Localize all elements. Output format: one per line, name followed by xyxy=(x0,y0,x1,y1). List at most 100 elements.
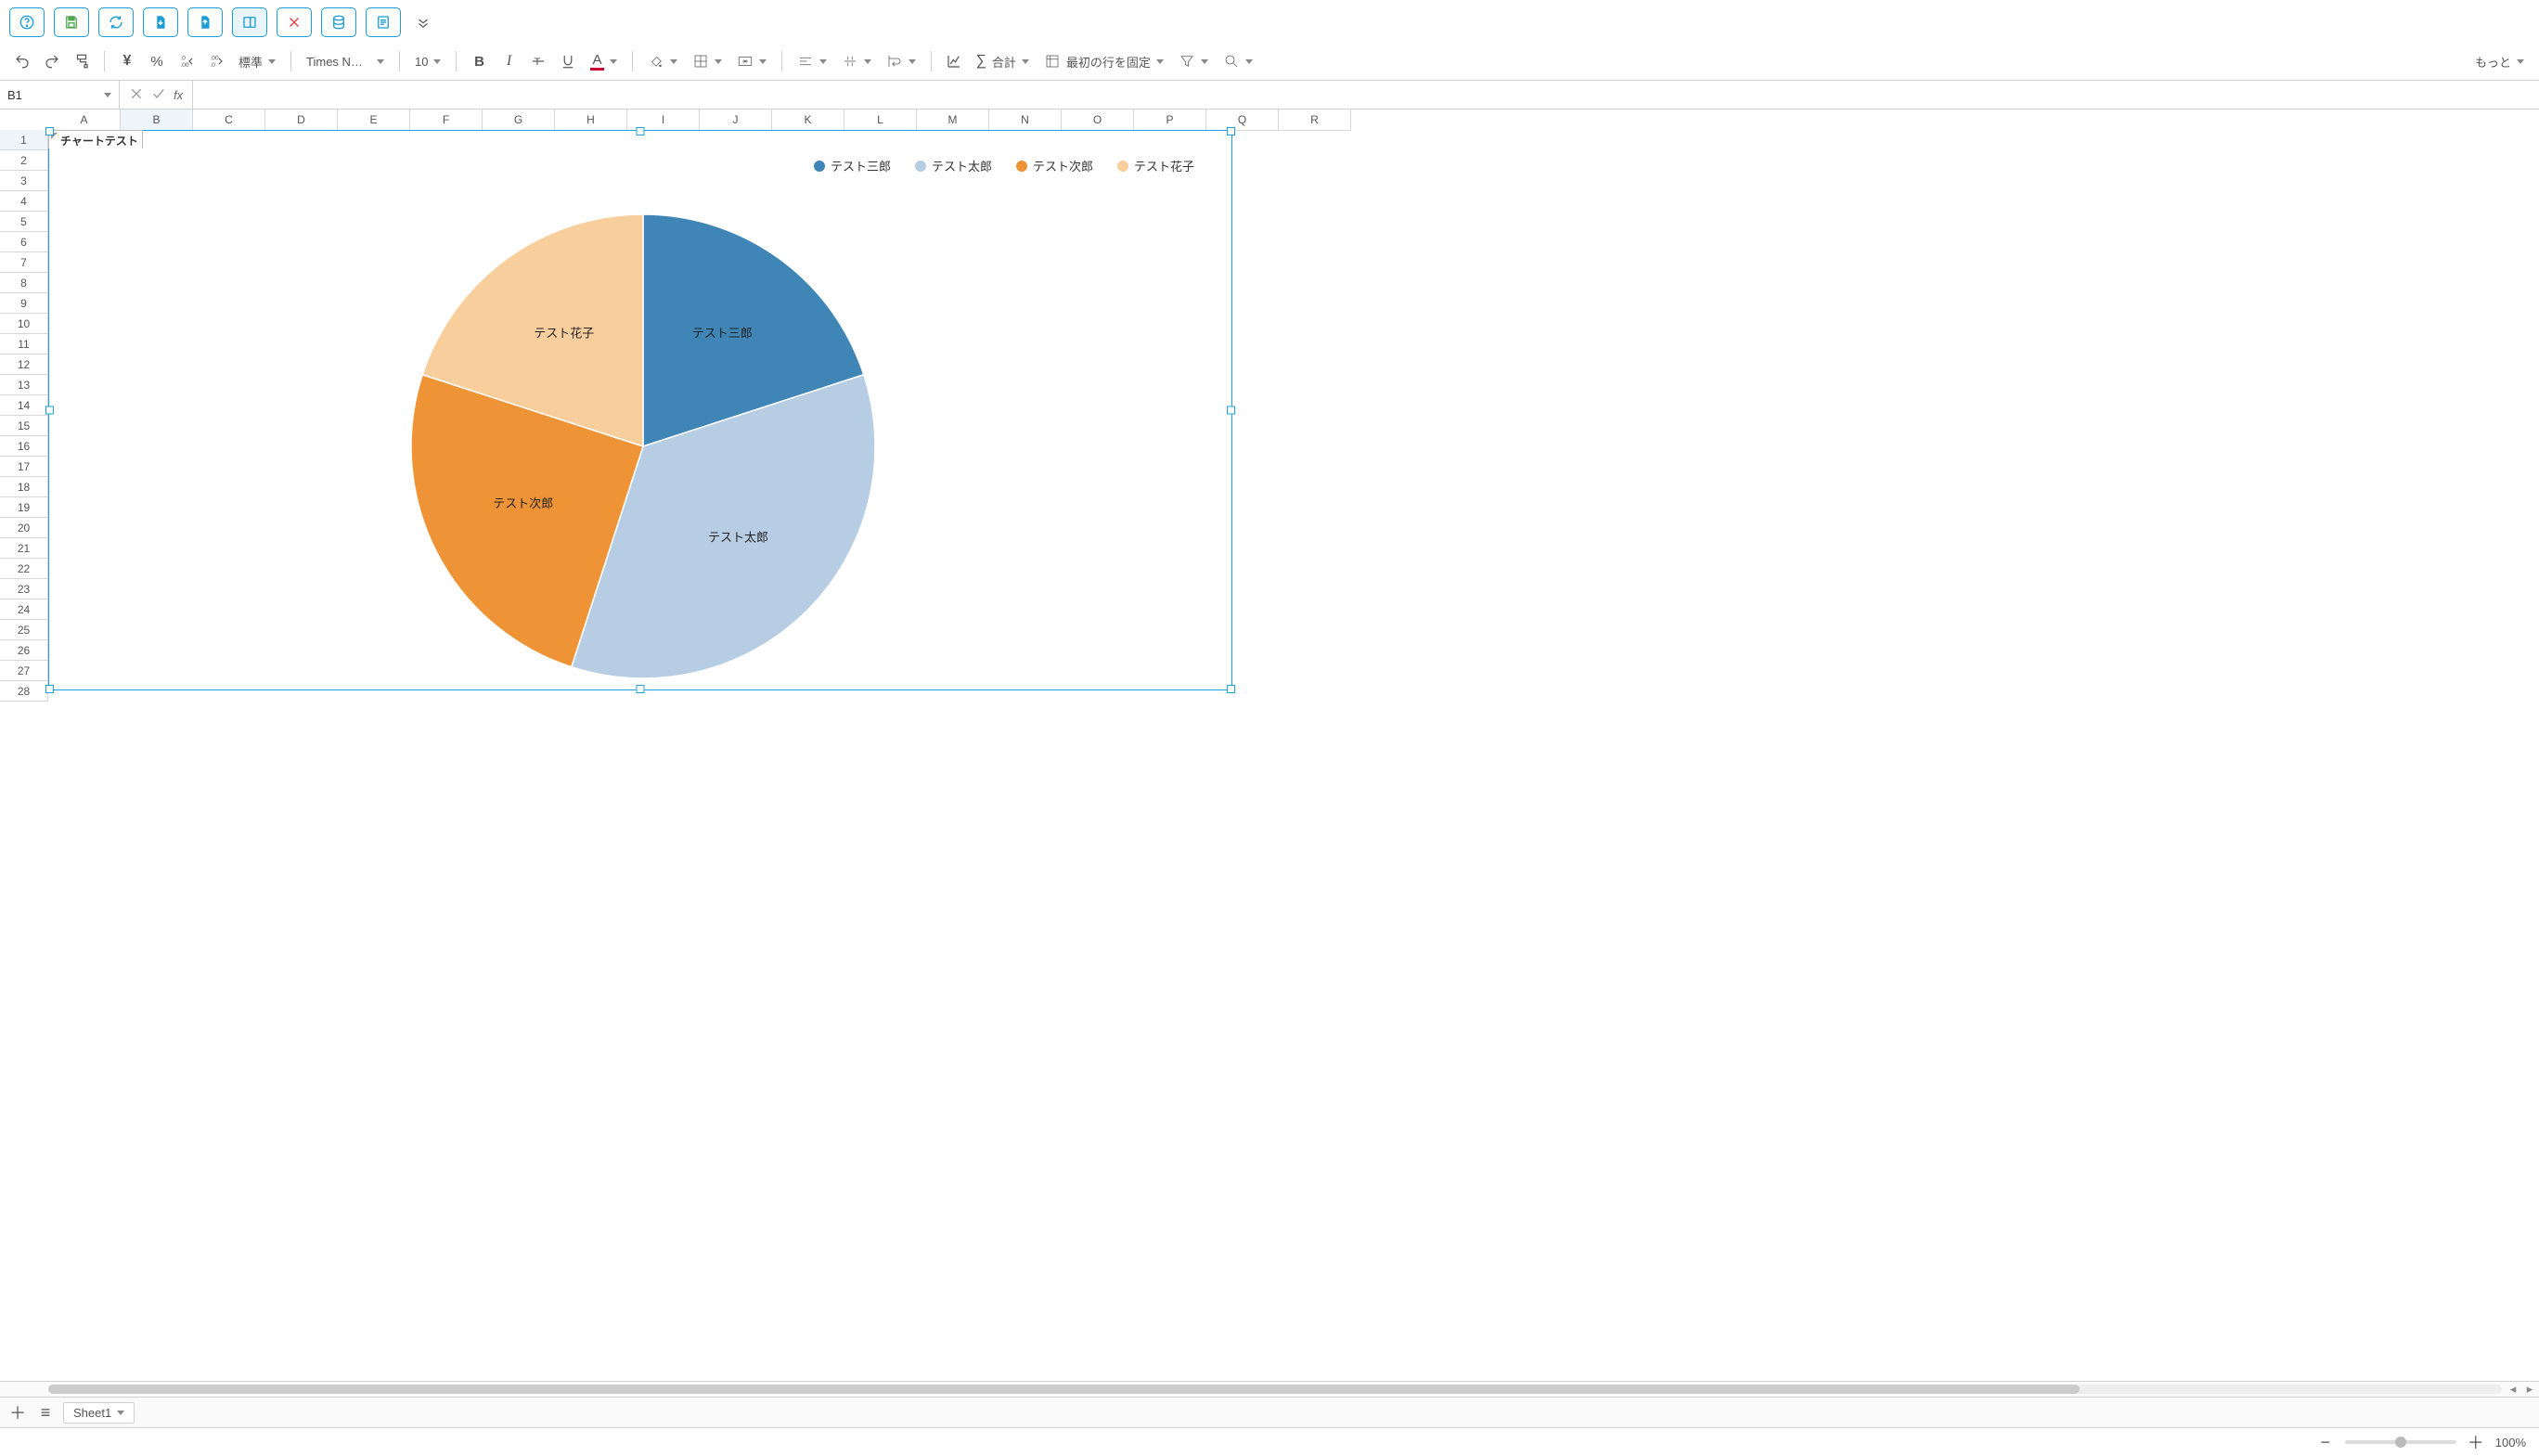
text-color-button[interactable]: A xyxy=(585,48,622,74)
scrollbar-thumb[interactable] xyxy=(48,1385,2080,1394)
column-header-F[interactable]: F xyxy=(410,110,483,131)
row-header-17[interactable]: 17 xyxy=(0,457,48,477)
sheet-tab[interactable]: Sheet1 xyxy=(63,1402,135,1424)
column-header-R[interactable]: R xyxy=(1279,110,1351,131)
strike-button[interactable]: T xyxy=(525,48,551,74)
row-header-24[interactable]: 24 xyxy=(0,599,48,620)
row-header-5[interactable]: 5 xyxy=(0,212,48,232)
freeze-button[interactable]: 最初の行を固定 xyxy=(1038,48,1169,74)
format-painter-button[interactable] xyxy=(69,48,95,74)
currency-button[interactable]: ¥ xyxy=(114,48,140,74)
chart-object[interactable]: チャートテスト テスト三郎テスト太郎テスト次郎テスト花子 テスト三郎テスト太郎テ… xyxy=(48,130,1232,690)
scroll-left-icon[interactable]: ◂ xyxy=(2506,1382,2520,1397)
row-header-26[interactable]: 26 xyxy=(0,640,48,661)
decrease-decimal-button[interactable]: .0.00 xyxy=(174,48,200,74)
italic-button[interactable]: I xyxy=(496,48,522,74)
notes-button[interactable] xyxy=(366,7,401,37)
column-header-D[interactable]: D xyxy=(265,110,338,131)
wrap-button[interactable] xyxy=(881,48,922,74)
valign-button[interactable] xyxy=(836,48,877,74)
column-header-P[interactable]: P xyxy=(1134,110,1206,131)
halign-button[interactable] xyxy=(792,48,832,74)
export-button[interactable] xyxy=(187,7,223,37)
percent-button[interactable]: % xyxy=(144,48,170,74)
column-header-M[interactable]: M xyxy=(917,110,989,131)
row-header-10[interactable]: 10 xyxy=(0,314,48,334)
column-header-K[interactable]: K xyxy=(772,110,844,131)
column-header-Q[interactable]: Q xyxy=(1206,110,1279,131)
row-header-23[interactable]: 23 xyxy=(0,579,48,599)
zoom-out-button[interactable]: − xyxy=(2315,1432,2336,1452)
more-button[interactable]: もっと xyxy=(2469,48,2530,74)
row-header-21[interactable]: 21 xyxy=(0,538,48,559)
row-header-1[interactable]: 1 xyxy=(0,130,48,150)
row-header-28[interactable]: 28 xyxy=(0,681,48,702)
merge-button[interactable] xyxy=(731,48,772,74)
delete-button[interactable] xyxy=(277,7,312,37)
zoom-knob[interactable] xyxy=(2395,1437,2406,1448)
cells-area[interactable]: チャートテスト テスト三郎テスト太郎テスト次郎テスト花子 テスト三郎テスト太郎テ… xyxy=(48,130,2539,1381)
row-header-6[interactable]: 6 xyxy=(0,232,48,252)
refresh-button[interactable] xyxy=(98,7,134,37)
row-header-9[interactable]: 9 xyxy=(0,293,48,314)
row-header-25[interactable]: 25 xyxy=(0,620,48,640)
save-button[interactable] xyxy=(54,7,89,37)
fx-icon[interactable]: fx xyxy=(174,88,183,102)
column-header-J[interactable]: J xyxy=(700,110,772,131)
increase-decimal-button[interactable]: .00.0 xyxy=(203,48,229,74)
row-header-13[interactable]: 13 xyxy=(0,375,48,395)
zoom-slider[interactable] xyxy=(2345,1440,2456,1444)
column-header-E[interactable]: E xyxy=(338,110,410,131)
redo-button[interactable] xyxy=(39,48,65,74)
all-sheets-button[interactable]: ≡ xyxy=(35,1402,56,1423)
select-all-corner[interactable] xyxy=(0,110,49,131)
font-family-dropdown[interactable]: Times N… xyxy=(301,48,390,74)
horizontal-scrollbar[interactable]: ◂ ▸ xyxy=(0,1381,2539,1397)
row-header-11[interactable]: 11 xyxy=(0,334,48,354)
search-button[interactable] xyxy=(1218,48,1258,74)
accept-formula-icon[interactable] xyxy=(151,86,166,104)
column-header-B[interactable]: B xyxy=(121,110,193,131)
row-header-15[interactable]: 15 xyxy=(0,416,48,436)
bold-button[interactable]: B xyxy=(466,48,492,74)
column-header-N[interactable]: N xyxy=(989,110,1062,131)
row-header-20[interactable]: 20 xyxy=(0,518,48,538)
autosum-button[interactable]: ∑合計 xyxy=(971,48,1035,74)
spreadsheet-grid[interactable]: ABCDEFGHIJKLMNOPQR 123456789101112131415… xyxy=(0,110,2539,1381)
name-box[interactable]: B1 xyxy=(0,81,120,109)
row-header-12[interactable]: 12 xyxy=(0,354,48,375)
filter-button[interactable] xyxy=(1173,48,1214,74)
fill-color-button[interactable] xyxy=(642,48,683,74)
row-header-7[interactable]: 7 xyxy=(0,252,48,273)
scroll-right-icon[interactable]: ▸ xyxy=(2522,1382,2537,1397)
undo-button[interactable] xyxy=(9,48,35,74)
expand-down-icon[interactable] xyxy=(410,9,436,35)
column-header-A[interactable]: A xyxy=(48,110,121,131)
formula-input[interactable] xyxy=(193,81,2539,109)
row-header-8[interactable]: 8 xyxy=(0,273,48,293)
row-header-4[interactable]: 4 xyxy=(0,191,48,212)
cancel-formula-icon[interactable] xyxy=(129,86,144,104)
column-header-H[interactable]: H xyxy=(555,110,627,131)
column-header-G[interactable]: G xyxy=(483,110,555,131)
zoom-in-button[interactable]: ＋ xyxy=(2466,1432,2486,1452)
column-header-L[interactable]: L xyxy=(844,110,917,131)
row-header-18[interactable]: 18 xyxy=(0,477,48,497)
column-header-C[interactable]: C xyxy=(193,110,265,131)
font-size-dropdown[interactable]: 10 xyxy=(409,48,446,74)
underline-button[interactable] xyxy=(555,48,581,74)
column-header-O[interactable]: O xyxy=(1062,110,1134,131)
row-header-2[interactable]: 2 xyxy=(0,150,48,171)
borders-button[interactable] xyxy=(687,48,728,74)
row-header-14[interactable]: 14 xyxy=(0,395,48,416)
row-header-3[interactable]: 3 xyxy=(0,171,48,191)
insert-chart-button[interactable] xyxy=(941,48,967,74)
help-button[interactable] xyxy=(9,7,45,37)
row-header-16[interactable]: 16 xyxy=(0,436,48,457)
import-button[interactable] xyxy=(143,7,178,37)
add-sheet-button[interactable]: ＋ xyxy=(7,1402,28,1423)
row-header-19[interactable]: 19 xyxy=(0,497,48,518)
database-button[interactable] xyxy=(321,7,356,37)
row-header-27[interactable]: 27 xyxy=(0,661,48,681)
number-format-dropdown[interactable]: 標準 xyxy=(233,48,281,74)
